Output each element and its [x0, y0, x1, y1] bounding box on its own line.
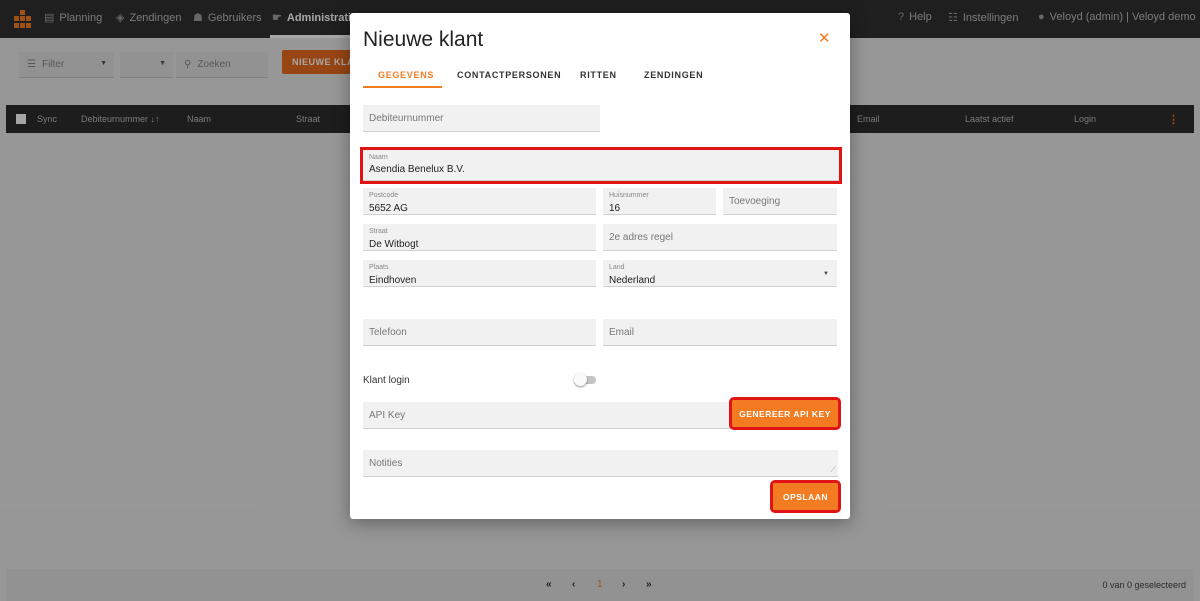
- huisnummer-field[interactable]: Huisnummer 16: [603, 188, 716, 215]
- close-icon[interactable]: ✕: [818, 29, 831, 47]
- api-key-placeholder: API Key: [369, 410, 406, 421]
- naam-label: Naam: [369, 154, 388, 161]
- plaats-value: Eindhoven: [369, 275, 417, 286]
- land-value: Nederland: [609, 275, 656, 286]
- notities-placeholder: Notities: [369, 458, 403, 469]
- postcode-label: Postcode: [369, 192, 399, 199]
- huisnummer-label: Huisnummer: [609, 192, 649, 199]
- klant-login-toggle[interactable]: [574, 373, 596, 386]
- straat-field[interactable]: Straat De Witbogt: [363, 224, 596, 251]
- klant-login-label: Klant login: [363, 375, 410, 386]
- straat-label: Straat: [369, 228, 388, 235]
- land-label: Land: [609, 264, 625, 271]
- telefoon-field[interactable]: Telefoon: [363, 319, 596, 346]
- generate-api-key-button[interactable]: GENEREER API KEY: [729, 397, 841, 430]
- tab-contactpersonen[interactable]: CONTACTPERSONEN: [457, 70, 561, 80]
- new-customer-dialog: Nieuwe klant ✕ GEGEVENS CONTACTPERSONEN …: [350, 13, 850, 519]
- dialog-title: Nieuwe klant: [363, 28, 484, 51]
- naam-field[interactable]: Naam Asendia Benelux B.V.: [360, 147, 842, 184]
- plaats-field[interactable]: Plaats Eindhoven: [363, 260, 596, 287]
- land-select[interactable]: Land Nederland ▼: [603, 260, 837, 287]
- straat-value: De Witbogt: [369, 239, 419, 250]
- postcode-field[interactable]: Postcode 5652 AG: [363, 188, 596, 215]
- toevoeging-placeholder: Toevoeging: [729, 196, 781, 207]
- resize-handle-icon[interactable]: ⟋: [830, 465, 836, 475]
- debiteurnummer-placeholder: Debiteurnummer: [369, 113, 444, 124]
- postcode-value: 5652 AG: [369, 203, 408, 214]
- naam-value: Asendia Benelux B.V.: [369, 164, 465, 175]
- save-button[interactable]: OPSLAAN: [770, 480, 841, 513]
- tab-gegevens[interactable]: GEGEVENS: [378, 70, 434, 80]
- toevoeging-field[interactable]: Toevoeging: [723, 188, 837, 215]
- api-key-field[interactable]: API Key: [363, 402, 731, 429]
- adres2-placeholder: 2e adres regel: [609, 232, 673, 243]
- debiteurnummer-field[interactable]: Debiteurnummer: [363, 105, 600, 132]
- telefoon-placeholder: Telefoon: [369, 327, 407, 338]
- tab-ritten[interactable]: RITTEN: [580, 70, 617, 80]
- tab-zendingen[interactable]: ZENDINGEN: [644, 70, 703, 80]
- notities-field[interactable]: Notities ⟋: [363, 450, 838, 477]
- plaats-label: Plaats: [369, 264, 389, 271]
- chevron-down-icon: ▼: [823, 271, 829, 277]
- adres2-field[interactable]: 2e adres regel: [603, 224, 837, 251]
- huisnummer-value: 16: [609, 203, 621, 214]
- toggle-knob: [574, 373, 587, 386]
- active-tab-indicator: [363, 86, 442, 88]
- email-placeholder: Email: [609, 327, 635, 338]
- email-field[interactable]: Email: [603, 319, 837, 346]
